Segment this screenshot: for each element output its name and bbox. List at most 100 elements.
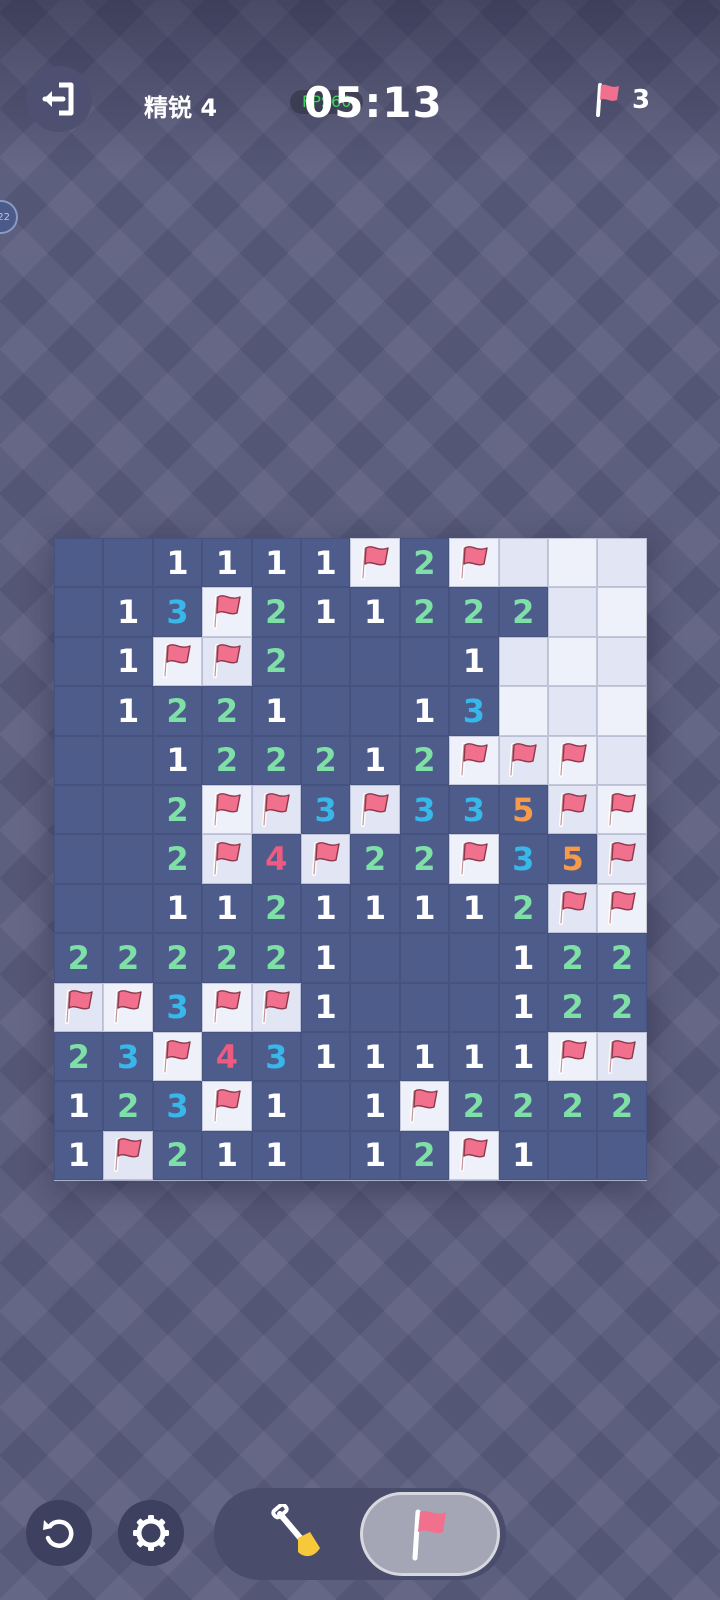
flagged-cell[interactable]: [597, 834, 647, 884]
number-cell[interactable]: 1: [498, 933, 548, 983]
revealed-empty-cell[interactable]: [399, 933, 450, 983]
side-panel-tab[interactable]: 22: [0, 200, 18, 234]
revealed-empty-cell[interactable]: [399, 636, 450, 687]
number-cell[interactable]: 1: [498, 1031, 548, 1082]
number-cell[interactable]: 1: [54, 1130, 104, 1181]
flagged-cell[interactable]: [449, 834, 499, 884]
flagged-cell[interactable]: [498, 735, 548, 785]
covered-cell[interactable]: [547, 587, 598, 637]
exit-button[interactable]: [26, 66, 92, 132]
number-cell[interactable]: 1: [399, 1031, 450, 1082]
number-cell[interactable]: 1: [202, 538, 252, 588]
number-cell[interactable]: 1: [202, 883, 252, 934]
revealed-empty-cell[interactable]: [547, 1130, 598, 1181]
number-cell[interactable]: 3: [152, 982, 203, 1032]
revealed-empty-cell[interactable]: [350, 636, 400, 687]
flagged-cell[interactable]: [597, 784, 647, 835]
number-cell[interactable]: 1: [399, 686, 450, 736]
flagged-cell[interactable]: [152, 636, 203, 687]
number-cell[interactable]: 1: [350, 587, 400, 637]
number-cell[interactable]: 2: [54, 933, 104, 983]
number-cell[interactable]: 5: [498, 784, 548, 835]
number-cell[interactable]: 2: [251, 636, 301, 687]
number-cell[interactable]: 3: [251, 1031, 301, 1082]
number-cell[interactable]: 5: [547, 834, 598, 884]
revealed-empty-cell[interactable]: [103, 784, 153, 835]
revealed-empty-cell[interactable]: [300, 1081, 351, 1131]
flagged-cell[interactable]: [597, 883, 647, 934]
number-cell[interactable]: 2: [202, 686, 252, 736]
flagged-cell[interactable]: [152, 1031, 203, 1082]
number-cell[interactable]: 1: [152, 883, 203, 934]
revealed-empty-cell[interactable]: [103, 883, 153, 934]
revealed-empty-cell[interactable]: [399, 982, 450, 1032]
number-cell[interactable]: 1: [350, 1031, 400, 1082]
number-cell[interactable]: 3: [498, 834, 548, 884]
number-cell[interactable]: 1: [152, 538, 203, 588]
number-cell[interactable]: 3: [449, 686, 499, 736]
number-cell[interactable]: 3: [399, 784, 450, 835]
number-cell[interactable]: 1: [54, 1081, 104, 1131]
number-cell[interactable]: 1: [300, 982, 351, 1032]
number-cell[interactable]: 2: [251, 735, 301, 785]
flagged-cell[interactable]: [202, 636, 252, 687]
number-cell[interactable]: 1: [449, 636, 499, 687]
revealed-empty-cell[interactable]: [350, 933, 400, 983]
flagged-cell[interactable]: [103, 1130, 153, 1181]
revealed-empty-cell[interactable]: [597, 1130, 647, 1181]
covered-cell[interactable]: [498, 538, 548, 588]
number-cell[interactable]: 2: [251, 587, 301, 637]
number-cell[interactable]: 2: [547, 1081, 598, 1131]
number-cell[interactable]: 1: [399, 883, 450, 934]
covered-cell[interactable]: [597, 587, 647, 637]
covered-cell[interactable]: [547, 686, 598, 736]
number-cell[interactable]: 1: [350, 1081, 400, 1131]
number-cell[interactable]: 3: [300, 784, 351, 835]
number-cell[interactable]: 2: [449, 1081, 499, 1131]
flagged-cell[interactable]: [202, 1081, 252, 1131]
number-cell[interactable]: 2: [449, 587, 499, 637]
number-cell[interactable]: 2: [251, 883, 301, 934]
number-cell[interactable]: 1: [449, 883, 499, 934]
number-cell[interactable]: 1: [350, 1130, 400, 1181]
number-cell[interactable]: 3: [152, 587, 203, 637]
number-cell[interactable]: 2: [202, 933, 252, 983]
flagged-cell[interactable]: [350, 538, 400, 588]
revealed-empty-cell[interactable]: [449, 933, 499, 983]
flagged-cell[interactable]: [449, 1130, 499, 1181]
flagged-cell[interactable]: [449, 735, 499, 785]
number-cell[interactable]: 2: [399, 735, 450, 785]
number-cell[interactable]: 2: [547, 982, 598, 1032]
covered-cell[interactable]: [597, 538, 647, 588]
revealed-empty-cell[interactable]: [449, 982, 499, 1032]
revealed-empty-cell[interactable]: [350, 686, 400, 736]
flagged-cell[interactable]: [350, 784, 400, 835]
flag-tool-button[interactable]: [360, 1492, 500, 1576]
revealed-empty-cell[interactable]: [54, 784, 104, 835]
flagged-cell[interactable]: [449, 538, 499, 588]
number-cell[interactable]: 2: [152, 1130, 203, 1181]
number-cell[interactable]: 2: [498, 1081, 548, 1131]
number-cell[interactable]: 1: [449, 1031, 499, 1082]
flagged-cell[interactable]: [251, 982, 301, 1032]
revealed-empty-cell[interactable]: [300, 1130, 351, 1181]
number-cell[interactable]: 2: [152, 686, 203, 736]
number-cell[interactable]: 1: [300, 538, 351, 588]
dig-tool-button[interactable]: [248, 1494, 348, 1574]
flagged-cell[interactable]: [547, 784, 598, 835]
number-cell[interactable]: 2: [103, 933, 153, 983]
number-cell[interactable]: 1: [251, 686, 301, 736]
number-cell[interactable]: 2: [251, 933, 301, 983]
number-cell[interactable]: 2: [152, 933, 203, 983]
covered-cell[interactable]: [597, 686, 647, 736]
covered-cell[interactable]: [547, 636, 598, 687]
flagged-cell[interactable]: [300, 834, 351, 884]
number-cell[interactable]: 2: [498, 587, 548, 637]
revealed-empty-cell[interactable]: [103, 834, 153, 884]
number-cell[interactable]: 1: [300, 587, 351, 637]
revealed-empty-cell[interactable]: [54, 587, 104, 637]
number-cell[interactable]: 1: [498, 982, 548, 1032]
number-cell[interactable]: 1: [251, 538, 301, 588]
number-cell[interactable]: 1: [251, 1081, 301, 1131]
number-cell[interactable]: 4: [202, 1031, 252, 1082]
